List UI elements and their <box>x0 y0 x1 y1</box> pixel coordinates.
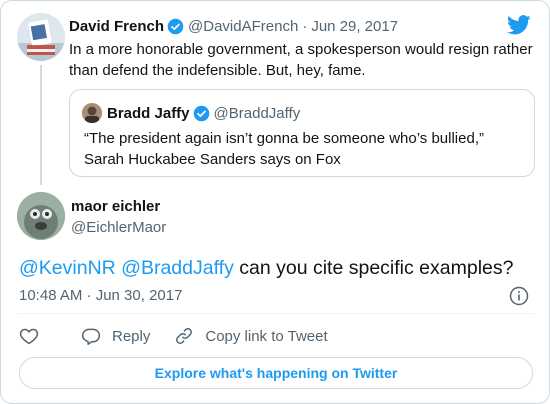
heart-icon <box>19 328 39 345</box>
parent-header: David French @DavidAFrench · Jun 29, 201… <box>69 15 398 37</box>
verified-badge-icon <box>193 105 209 121</box>
reply-author-handle[interactable]: @EichlerMaor <box>71 219 166 236</box>
reply-tweet-text: @KevinNR @BraddJaffy can you cite specif… <box>19 255 539 281</box>
info-icon[interactable] <box>509 286 529 306</box>
verified-badge-icon <box>167 18 184 34</box>
thread-connector-line <box>40 65 42 185</box>
reply-avatar[interactable] <box>17 192 65 240</box>
parent-avatar[interactable] <box>17 13 65 61</box>
copy-link-button[interactable]: Copy link to Tweet <box>174 326 328 346</box>
parent-author-handle[interactable]: @DavidAFrench <box>188 18 298 35</box>
parent-author-name[interactable]: David French <box>69 18 164 35</box>
quote-avatar <box>82 103 102 123</box>
link-icon <box>176 328 193 344</box>
explore-twitter-button[interactable]: Explore what's happening on Twitter <box>19 357 533 389</box>
quote-author-name: Bradd Jaffy <box>107 104 190 122</box>
reply-label: Reply <box>112 327 151 345</box>
reply-bubble-icon <box>81 328 101 345</box>
mention-link[interactable]: @BraddJaffy <box>121 257 234 279</box>
reply-author-name[interactable]: maor eichler <box>71 198 160 215</box>
parent-tweet-text: In a more honorable government, a spokes… <box>69 41 533 79</box>
like-button[interactable] <box>19 326 39 346</box>
mention-link[interactable]: @KevinNR <box>19 257 116 279</box>
divider <box>17 313 535 314</box>
reply-button[interactable]: Reply <box>81 326 150 346</box>
tweet-embed-card: David French @DavidAFrench · Jun 29, 201… <box>0 0 550 404</box>
quote-author-handle: @BraddJaffy <box>213 104 301 122</box>
tweet-timestamp[interactable]: 10:48 AM · Jun 30, 2017 <box>19 287 182 304</box>
header-separator: · <box>302 17 308 35</box>
parent-date[interactable]: Jun 29, 2017 <box>311 18 398 35</box>
quote-tweet-text: “The president again isn’t gonna be some… <box>84 130 484 168</box>
quoted-tweet[interactable]: Bradd Jaffy @BraddJaffy “The president a… <box>69 89 535 177</box>
reply-body-text: can you cite specific examples? <box>233 257 514 279</box>
quote-header: Bradd Jaffy @BraddJaffy <box>107 103 300 123</box>
twitter-bird-icon[interactable] <box>507 15 531 35</box>
tweet-actions: Reply Copy link to Tweet <box>19 324 328 348</box>
copy-link-label: Copy link to Tweet <box>205 327 328 345</box>
